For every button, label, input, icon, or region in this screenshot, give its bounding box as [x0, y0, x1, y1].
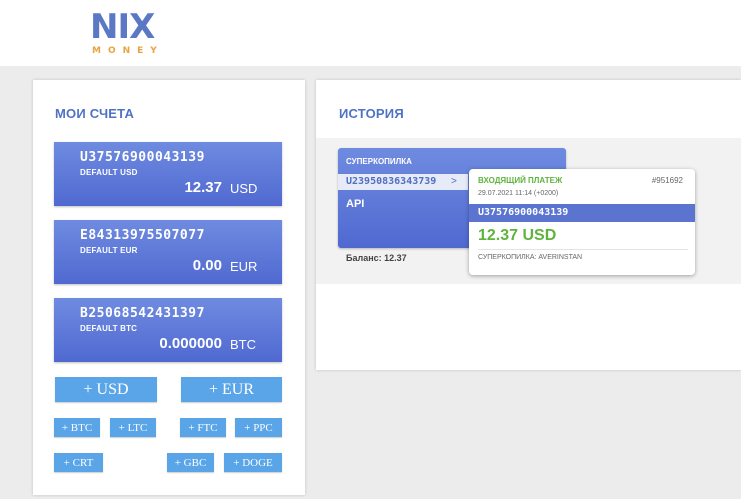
add-crt-button[interactable]: + CRT	[54, 453, 103, 472]
superkopilka-balance: Баланс: 12.37	[346, 253, 407, 263]
logo-sub-text: MONEY	[92, 46, 164, 56]
payment-source: СУПЕРКОПИЛКА: AVERINSTAN	[478, 254, 583, 261]
logo-main-text: NIX	[90, 7, 155, 47]
add-ppc-button[interactable]: + PPC	[235, 418, 282, 437]
payment-id: #951692	[651, 176, 683, 185]
account-balance: 12.37	[184, 179, 222, 196]
history-panel: ИСТОРИЯ СУПЕРКОПИЛКА U23950836343739 > A…	[316, 80, 741, 370]
account-card-btc[interactable]: B25068542431397 DEFAULT BTC 0.000000 BTC	[54, 298, 282, 362]
add-ftc-button[interactable]: + FTC	[180, 418, 226, 437]
add-ltc-button[interactable]: + LTC	[110, 418, 156, 437]
account-balance: 0.000000	[159, 335, 222, 352]
add-gbc-button[interactable]: + GBC	[167, 453, 214, 472]
account-id: U37576900043139	[80, 150, 205, 165]
incoming-payment-card[interactable]: ВХОДЯЩИЙ ПЛАТЕЖ #951692 29.07.2021 11:14…	[469, 169, 695, 275]
payment-date: 29.07.2021 11:14 (+0200)	[478, 190, 559, 197]
chevron-right-icon[interactable]: >	[451, 174, 457, 190]
account-currency: USD	[230, 181, 258, 196]
account-card-usd[interactable]: U37576900043139 DEFAULT USD 12.37 USD	[54, 142, 282, 206]
account-label: DEFAULT BTC	[80, 324, 138, 333]
nixmoney-logo[interactable]: NIX MONEY	[90, 10, 180, 58]
accounts-title: МОИ СЧЕТА	[55, 106, 135, 121]
history-title: ИСТОРИЯ	[339, 106, 404, 121]
account-balance: 0.00	[192, 257, 222, 274]
add-usd-button[interactable]: + USD	[55, 377, 157, 402]
account-id: E84313975507077	[80, 228, 205, 243]
add-doge-button[interactable]: + DOGE	[224, 453, 282, 472]
payment-amount: 12.37 USD	[478, 227, 557, 244]
api-label[interactable]: API	[346, 198, 364, 210]
account-card-eur[interactable]: E84313975507077 DEFAULT EUR 0.00 EUR	[54, 220, 282, 284]
account-currency: EUR	[230, 259, 258, 274]
payment-type: ВХОДЯЩИЙ ПЛАТЕЖ	[478, 176, 563, 185]
superkopilka-account[interactable]: U23950836343739	[338, 174, 468, 190]
superkopilka-title: СУПЕРКОПИЛКА	[346, 157, 412, 166]
accounts-panel: МОИ СЧЕТА U37576900043139 DEFAULT USD 12…	[33, 80, 305, 495]
account-id: B25068542431397	[80, 306, 205, 321]
account-label: DEFAULT USD	[80, 168, 138, 177]
account-label: DEFAULT EUR	[80, 246, 138, 255]
history-list: СУПЕРКОПИЛКА U23950836343739 > API Балан…	[316, 138, 741, 284]
divider	[478, 249, 688, 250]
top-bar: NIX MONEY	[0, 0, 741, 66]
payment-account: U37576900043139	[469, 204, 695, 222]
add-btc-button[interactable]: + BTC	[54, 418, 100, 437]
add-eur-button[interactable]: + EUR	[181, 377, 282, 402]
account-currency: BTC	[230, 337, 256, 352]
